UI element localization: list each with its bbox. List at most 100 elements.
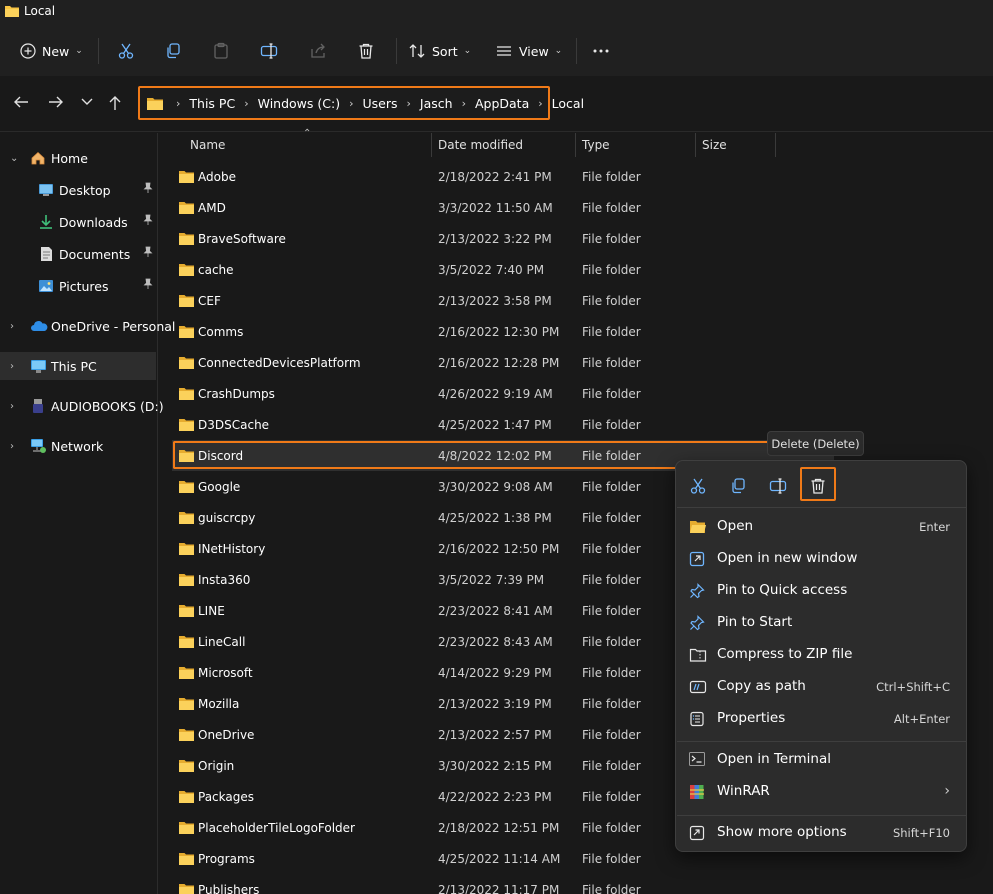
divider bbox=[98, 38, 99, 64]
forward-arrow-icon[interactable] bbox=[47, 94, 65, 110]
chevron-right-icon[interactable]: › bbox=[244, 97, 248, 110]
navigation-bar: › This PC › Windows (C:) › Users › Jasch… bbox=[0, 76, 993, 132]
file-name: LineCall bbox=[198, 635, 246, 649]
file-date: 2/13/2022 3:58 PM bbox=[438, 294, 552, 308]
cut-button[interactable] bbox=[681, 471, 715, 501]
menu-item-open-terminal[interactable]: Open in Terminal bbox=[680, 745, 964, 775]
rename-icon bbox=[769, 478, 787, 494]
menu-item-compress-zip[interactable]: Compress to ZIP file bbox=[680, 640, 964, 670]
sidebar-item-downloads[interactable]: Downloads bbox=[0, 208, 156, 236]
sidebar-item-label: AUDIOBOOKS (D:) bbox=[51, 399, 164, 414]
breadcrumb-users[interactable]: Users bbox=[362, 96, 397, 111]
more-options-button[interactable] bbox=[592, 34, 610, 68]
menu-item-copy-as-path[interactable]: Copy as path Ctrl+Shift+C bbox=[680, 672, 964, 702]
column-divider[interactable] bbox=[695, 133, 696, 157]
file-date: 4/25/2022 11:14 AM bbox=[438, 852, 561, 866]
rename-button[interactable] bbox=[260, 34, 278, 68]
file-date: 4/22/2022 2:23 PM bbox=[438, 790, 552, 804]
folder-icon bbox=[178, 294, 195, 308]
column-header-date[interactable]: Date modified bbox=[438, 133, 523, 157]
menu-item-open[interactable]: Open Enter bbox=[680, 512, 964, 542]
column-header-size[interactable]: Size bbox=[702, 133, 727, 157]
column-divider[interactable] bbox=[775, 133, 776, 157]
chevron-right-icon[interactable]: › bbox=[538, 97, 542, 110]
breadcrumb-windows-c[interactable]: Windows (C:) bbox=[258, 96, 340, 111]
column-divider[interactable] bbox=[431, 133, 432, 157]
menu-item-winrar[interactable]: WinRAR › bbox=[680, 777, 964, 807]
menu-item-shortcut: Ctrl+Shift+C bbox=[876, 680, 950, 694]
recent-locations-chevron-icon[interactable] bbox=[80, 96, 94, 108]
file-type: File folder bbox=[582, 759, 641, 773]
rename-button[interactable] bbox=[761, 471, 795, 501]
sidebar-item-audiobooks-drive[interactable]: › AUDIOBOOKS (D:) bbox=[0, 392, 164, 420]
column-header-type[interactable]: Type bbox=[582, 133, 610, 157]
file-type: File folder bbox=[582, 511, 641, 525]
breadcrumb-local[interactable]: Local bbox=[552, 96, 584, 111]
file-row[interactable]: CEF 2/13/2022 3:58 PM File folder bbox=[172, 285, 834, 316]
chevron-right-icon[interactable]: › bbox=[407, 97, 411, 110]
file-row[interactable]: BraveSoftware 2/13/2022 3:22 PM File folde… bbox=[172, 223, 834, 254]
file-row[interactable]: ConnectedDevicesPlatform 2/16/2022 12:28 … bbox=[172, 347, 834, 378]
file-row[interactable]: CrashDumps 4/26/2022 9:19 AM File folder bbox=[172, 378, 834, 409]
more-icon bbox=[593, 49, 609, 53]
chevron-right-icon[interactable]: › bbox=[10, 441, 14, 452]
breadcrumb-jasch[interactable]: Jasch bbox=[420, 96, 453, 111]
computer-icon bbox=[30, 359, 47, 374]
breadcrumb-appdata[interactable]: AppData bbox=[475, 96, 529, 111]
chevron-down-icon[interactable]: ⌄ bbox=[10, 153, 18, 164]
menu-item-show-more-options[interactable]: Show more options Shift+F10 bbox=[680, 818, 964, 848]
file-name: cache bbox=[198, 263, 234, 277]
divider bbox=[576, 38, 577, 64]
back-arrow-icon[interactable] bbox=[12, 94, 30, 110]
address-bar[interactable]: › This PC › Windows (C:) › Users › Jasch… bbox=[138, 86, 584, 120]
sort-button[interactable]: Sort ⌄ bbox=[408, 34, 471, 68]
sidebar-item-desktop[interactable]: Desktop bbox=[0, 176, 156, 204]
copy-button[interactable] bbox=[721, 471, 755, 501]
copy-button[interactable] bbox=[164, 34, 182, 68]
chevron-right-icon[interactable]: › bbox=[349, 97, 353, 110]
folder-icon bbox=[178, 356, 195, 370]
menu-item-pin-start[interactable]: Pin to Start bbox=[680, 608, 964, 638]
column-header-name[interactable]: Name bbox=[190, 133, 225, 157]
view-label: View bbox=[519, 43, 549, 59]
sidebar-item-label: OneDrive - Personal bbox=[51, 319, 176, 334]
file-row[interactable]: Publishers 2/13/2022 11:17 PM File folder bbox=[172, 874, 834, 894]
sidebar-item-network[interactable]: › Network bbox=[0, 432, 156, 460]
download-arrow-icon bbox=[39, 214, 53, 230]
sidebar-item-home[interactable]: ⌄ Home bbox=[0, 144, 156, 172]
cut-button[interactable] bbox=[117, 34, 135, 68]
sidebar-item-label: Network bbox=[51, 439, 104, 454]
menu-item-open-new-window[interactable]: Open in new window bbox=[680, 544, 964, 574]
chevron-right-icon[interactable]: › bbox=[462, 97, 466, 110]
menu-item-properties[interactable]: Properties Alt+Enter bbox=[680, 704, 964, 734]
breadcrumb-this-pc[interactable]: This PC bbox=[189, 96, 235, 111]
file-type: File folder bbox=[582, 697, 641, 711]
menu-item-label: Properties bbox=[717, 710, 786, 726]
chevron-right-icon[interactable]: › bbox=[10, 321, 14, 332]
new-button[interactable]: New ⌄ bbox=[20, 34, 83, 68]
paste-button[interactable] bbox=[212, 34, 230, 68]
folder-open-icon bbox=[689, 519, 707, 535]
sidebar-item-documents[interactable]: Documents bbox=[0, 240, 156, 268]
file-type: File folder bbox=[582, 263, 641, 277]
delete-button[interactable] bbox=[357, 34, 375, 68]
chevron-right-icon[interactable]: › bbox=[10, 401, 14, 412]
file-row[interactable]: AMD 3/3/2022 11:50 AM File folder bbox=[172, 192, 834, 223]
share-button[interactable] bbox=[309, 34, 327, 68]
chevron-right-icon[interactable]: › bbox=[10, 361, 14, 372]
file-row[interactable]: D3DSCache 4/25/2022 1:47 PM File folder bbox=[172, 409, 834, 440]
file-row[interactable]: Comms 2/16/2022 12:30 PM File folder bbox=[172, 316, 834, 347]
command-bar: New ⌄ Sort ⌄ View ⌄ bbox=[0, 26, 993, 76]
menu-item-pin-quick-access[interactable]: Pin to Quick access bbox=[680, 576, 964, 606]
file-row[interactable]: cache 3/5/2022 7:40 PM File folder bbox=[172, 254, 834, 285]
view-list-icon bbox=[497, 46, 511, 56]
column-divider[interactable] bbox=[575, 133, 576, 157]
winrar-icon bbox=[689, 784, 705, 800]
up-arrow-icon[interactable] bbox=[107, 94, 123, 112]
file-date: 2/16/2022 12:50 PM bbox=[438, 542, 560, 556]
view-button[interactable]: View ⌄ bbox=[495, 34, 562, 68]
sidebar-item-this-pc[interactable]: › This PC bbox=[0, 352, 156, 380]
sidebar-item-pictures[interactable]: Pictures bbox=[0, 272, 156, 300]
sidebar-item-onedrive[interactable]: › OneDrive - Personal bbox=[0, 312, 175, 340]
file-row[interactable]: Adobe 2/18/2022 2:41 PM File folder bbox=[172, 161, 834, 192]
